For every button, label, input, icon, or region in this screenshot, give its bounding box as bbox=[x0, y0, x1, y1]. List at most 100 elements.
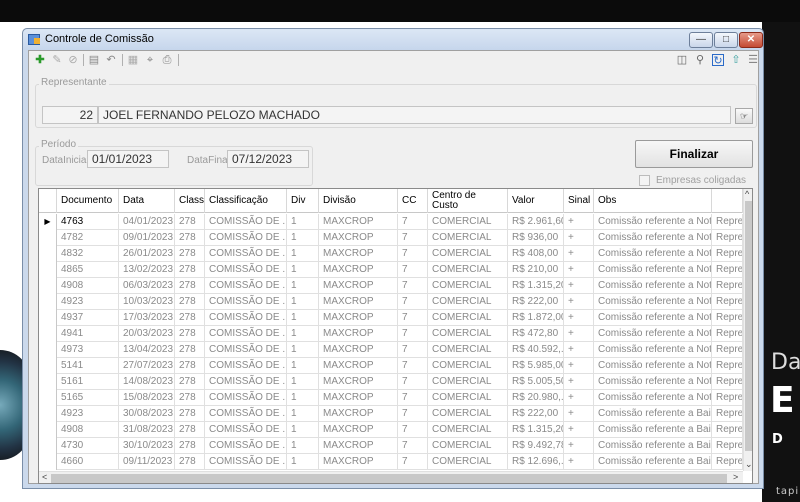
cell-centro-custo[interactable]: COMERCIAL bbox=[428, 374, 508, 390]
cell-valor[interactable]: R$ 2.961,60 bbox=[508, 214, 564, 230]
cell-cc[interactable]: 7 bbox=[398, 358, 428, 374]
cell-valor[interactable]: R$ 1.872,00 bbox=[508, 310, 564, 326]
table-row[interactable]: 4973 13/04/2023 278 COMISSÃO DE ... 1 MAXCROP… bbox=[39, 342, 743, 358]
cell-divisao[interactable]: MAXCROP bbox=[319, 230, 398, 246]
cell-divisao[interactable]: MAXCROP bbox=[319, 438, 398, 454]
cell-valor[interactable]: R$ 1.315,20 bbox=[508, 278, 564, 294]
cell-valor[interactable]: R$ 222,00 bbox=[508, 294, 564, 310]
finalizar-button[interactable]: Finalizar bbox=[635, 140, 753, 168]
cell-obs[interactable]: Comissão referente a Nota: ... bbox=[594, 342, 712, 358]
scroll-down-icon[interactable]: ⌄ bbox=[745, 459, 752, 470]
row-header[interactable] bbox=[39, 278, 57, 294]
cell-class[interactable]: 278 bbox=[175, 326, 205, 342]
cell-obs[interactable]: Comissão referente a Nota: ... bbox=[594, 374, 712, 390]
cell-data[interactable]: 30/10/2023 bbox=[119, 438, 175, 454]
row-header[interactable] bbox=[39, 294, 57, 310]
cell-extra[interactable]: Represe bbox=[712, 246, 743, 262]
cell-extra[interactable]: Represe bbox=[712, 454, 743, 470]
column-header[interactable]: Centro de Custo bbox=[428, 189, 508, 213]
cell-sinal[interactable]: + bbox=[564, 294, 594, 310]
row-header[interactable] bbox=[39, 246, 57, 262]
cell-class[interactable]: 278 bbox=[175, 454, 205, 470]
printer-icon[interactable]: ⎙ bbox=[161, 54, 173, 66]
cell-sinal[interactable]: + bbox=[564, 406, 594, 422]
cell-sinal[interactable]: + bbox=[564, 374, 594, 390]
cell-div[interactable]: 1 bbox=[287, 342, 319, 358]
cell-div[interactable]: 1 bbox=[287, 294, 319, 310]
cell-divisao[interactable]: MAXCROP bbox=[319, 214, 398, 230]
vertical-scroll-thumb[interactable] bbox=[745, 201, 752, 451]
cell-centro-custo[interactable]: COMERCIAL bbox=[428, 310, 508, 326]
cell-div[interactable]: 1 bbox=[287, 358, 319, 374]
save-icon[interactable]: ▤ bbox=[88, 54, 100, 66]
table-row[interactable]: 5161 14/08/2023 278 COMISSÃO DE ... 1 MAXCROP… bbox=[39, 374, 743, 390]
commission-grid[interactable]: Documento Data Class Classificação Div D… bbox=[38, 188, 753, 484]
cell-documento[interactable]: 4941 bbox=[57, 326, 119, 342]
horizontal-scrollbar[interactable]: < > bbox=[39, 471, 743, 483]
cell-valor[interactable]: R$ 1.315,20 bbox=[508, 422, 564, 438]
menu-icon[interactable]: ☰ bbox=[747, 54, 759, 66]
cell-data[interactable]: 09/11/2023 bbox=[119, 454, 175, 470]
cell-extra[interactable]: Represe bbox=[712, 374, 743, 390]
cell-divisao[interactable]: MAXCROP bbox=[319, 278, 398, 294]
cell-class[interactable]: 278 bbox=[175, 230, 205, 246]
cell-obs[interactable]: Comissão referente a Nota: ... bbox=[594, 294, 712, 310]
cell-cc[interactable]: 7 bbox=[398, 310, 428, 326]
cell-class[interactable]: 278 bbox=[175, 342, 205, 358]
cell-div[interactable]: 1 bbox=[287, 454, 319, 470]
row-header[interactable] bbox=[39, 358, 57, 374]
cell-valor[interactable]: R$ 472,80 bbox=[508, 326, 564, 342]
undo-icon[interactable]: ↶ bbox=[105, 54, 117, 66]
cell-valor[interactable]: R$ 40.592,... bbox=[508, 342, 564, 358]
cell-cc[interactable]: 7 bbox=[398, 262, 428, 278]
cell-extra[interactable]: Represe bbox=[712, 294, 743, 310]
cell-extra[interactable]: Represe bbox=[712, 326, 743, 342]
cell-centro-custo[interactable]: COMERCIAL bbox=[428, 294, 508, 310]
cell-extra[interactable]: Represe bbox=[712, 262, 743, 278]
cell-cc[interactable]: 7 bbox=[398, 326, 428, 342]
scroll-left-icon[interactable]: < bbox=[42, 472, 47, 482]
cell-sinal[interactable]: + bbox=[564, 326, 594, 342]
row-header[interactable] bbox=[39, 390, 57, 406]
cell-extra[interactable]: Represe bbox=[712, 358, 743, 374]
cell-classificacao[interactable]: COMISSÃO DE ... bbox=[205, 358, 287, 374]
row-header[interactable] bbox=[39, 406, 57, 422]
cell-obs[interactable]: Comissão referente a Baixa ... bbox=[594, 406, 712, 422]
cell-divisao[interactable]: MAXCROP bbox=[319, 422, 398, 438]
cell-centro-custo[interactable]: COMERCIAL bbox=[428, 390, 508, 406]
vertical-scrollbar[interactable]: ^ ⌄ bbox=[743, 189, 752, 471]
cell-documento[interactable]: 4923 bbox=[57, 294, 119, 310]
empresas-coligadas-checkbox[interactable] bbox=[639, 175, 650, 186]
cell-centro-custo[interactable]: COMERCIAL bbox=[428, 214, 508, 230]
cell-obs[interactable]: Comissão referente a Nota: ... bbox=[594, 246, 712, 262]
cell-sinal[interactable]: + bbox=[564, 438, 594, 454]
maximize-button[interactable]: □ bbox=[714, 32, 738, 48]
cell-data[interactable]: 15/08/2023 bbox=[119, 390, 175, 406]
column-header[interactable]: Data bbox=[119, 189, 175, 213]
cell-divisao[interactable]: MAXCROP bbox=[319, 406, 398, 422]
add-icon[interactable]: ✚ bbox=[34, 54, 46, 66]
cell-cc[interactable]: 7 bbox=[398, 422, 428, 438]
cell-class[interactable]: 278 bbox=[175, 358, 205, 374]
cell-sinal[interactable]: + bbox=[564, 422, 594, 438]
cell-divisao[interactable]: MAXCROP bbox=[319, 294, 398, 310]
cell-cc[interactable]: 7 bbox=[398, 406, 428, 422]
cell-centro-custo[interactable]: COMERCIAL bbox=[428, 326, 508, 342]
cell-centro-custo[interactable]: COMERCIAL bbox=[428, 278, 508, 294]
cell-obs[interactable]: Comissão referente a Nota: ... bbox=[594, 214, 712, 230]
cell-class[interactable]: 278 bbox=[175, 246, 205, 262]
cell-class[interactable]: 278 bbox=[175, 278, 205, 294]
lookup-button[interactable]: ☞ bbox=[735, 108, 753, 124]
cell-sinal[interactable]: + bbox=[564, 358, 594, 374]
cell-documento[interactable]: 4782 bbox=[57, 230, 119, 246]
cell-data[interactable]: 31/08/2023 bbox=[119, 422, 175, 438]
table-row[interactable]: 4908 31/08/2023 278 COMISSÃO DE ... 1 MAXCROP… bbox=[39, 422, 743, 438]
cell-centro-custo[interactable]: COMERCIAL bbox=[428, 454, 508, 470]
cell-centro-custo[interactable]: COMERCIAL bbox=[428, 262, 508, 278]
column-header[interactable]: Obs bbox=[594, 189, 712, 213]
cell-sinal[interactable]: + bbox=[564, 262, 594, 278]
cell-data[interactable]: 04/01/2023 bbox=[119, 214, 175, 230]
cell-sinal[interactable]: + bbox=[564, 214, 594, 230]
cell-sinal[interactable]: + bbox=[564, 278, 594, 294]
row-header[interactable] bbox=[39, 454, 57, 470]
